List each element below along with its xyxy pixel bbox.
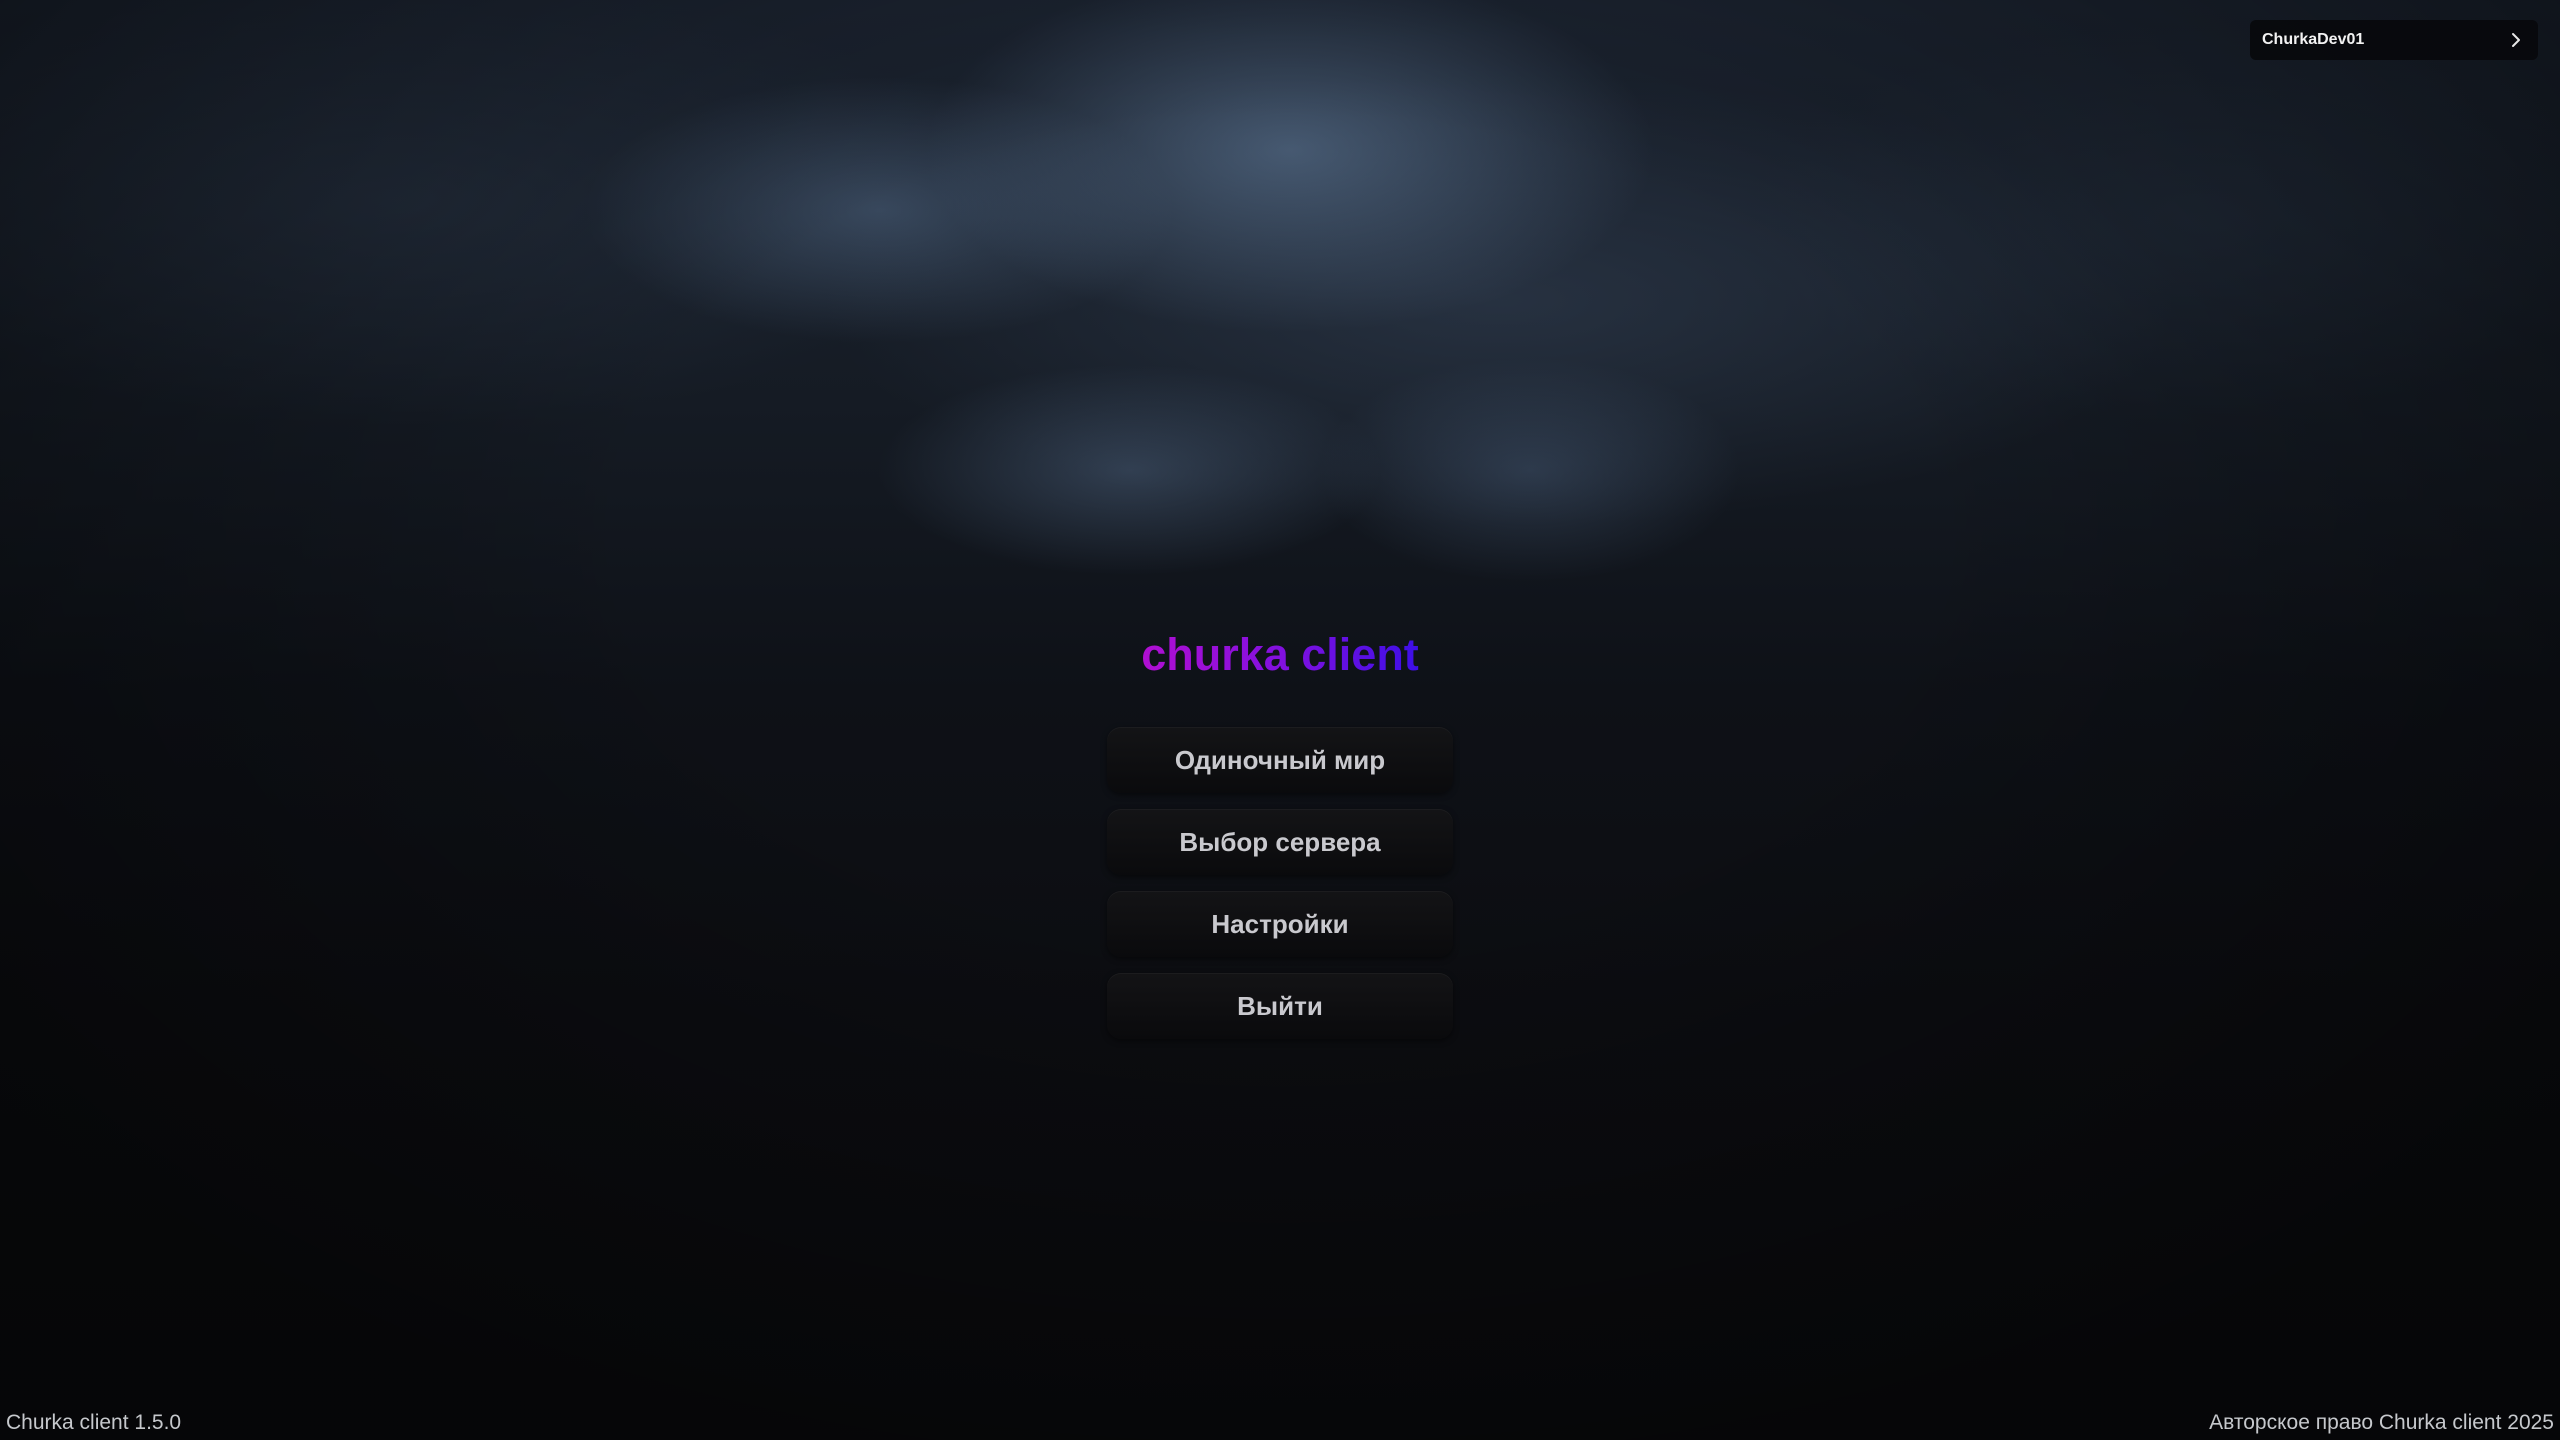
main-menu-screen: ChurkaDev01 churka client Одиночный мир … <box>0 0 2560 1440</box>
singleplayer-button[interactable]: Одиночный мир <box>1107 727 1453 793</box>
chevron-right-icon <box>2506 30 2526 50</box>
app-title: churka client <box>0 622 2560 688</box>
account-switcher[interactable]: ChurkaDev01 <box>2250 20 2538 60</box>
account-username: ChurkaDev01 <box>2262 31 2365 48</box>
app-title-text: churka client <box>1141 629 1419 680</box>
main-menu: Одиночный мир Выбор сервера Настройки Вы… <box>1107 727 1453 1055</box>
server-select-button[interactable]: Выбор сервера <box>1107 809 1453 875</box>
background-vignette <box>0 0 2560 1440</box>
settings-button[interactable]: Настройки <box>1107 891 1453 957</box>
quit-button[interactable]: Выйти <box>1107 973 1453 1039</box>
version-label: Churka client 1.5.0 <box>6 1411 182 1434</box>
copyright-label: Авторское право Churka client 2025 <box>2209 1411 2554 1434</box>
